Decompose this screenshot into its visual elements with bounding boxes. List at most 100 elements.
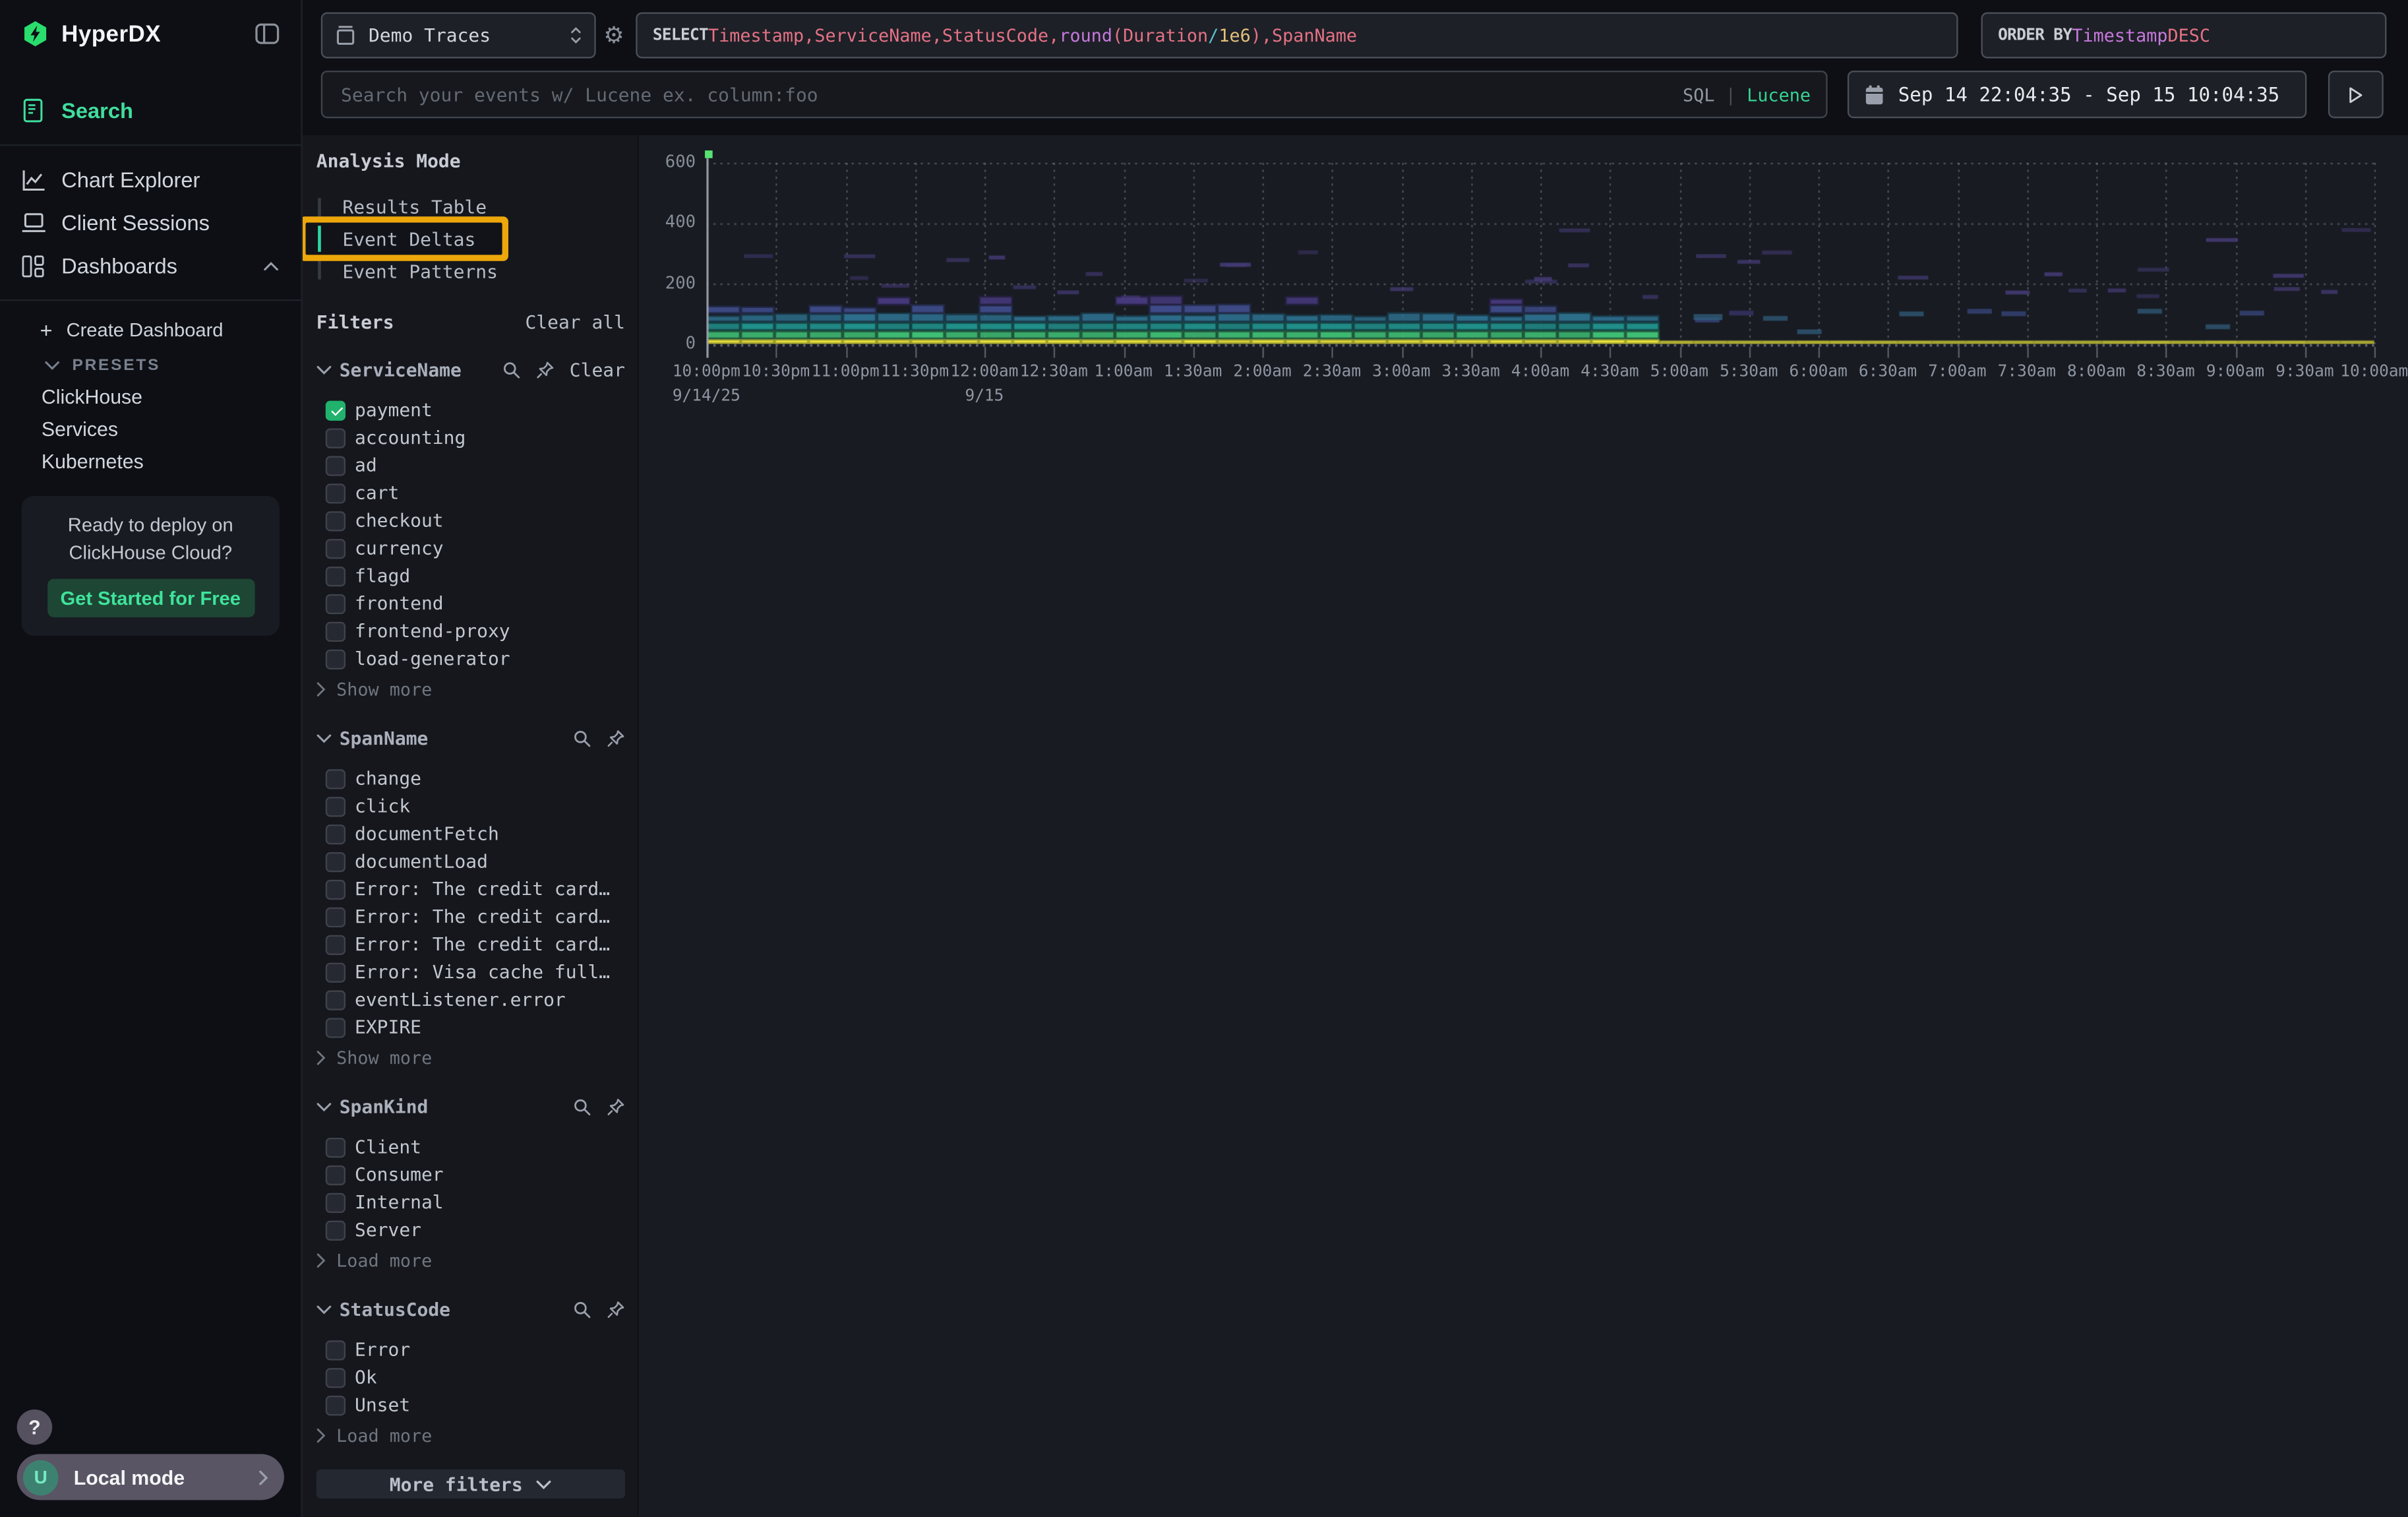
checkbox[interactable] xyxy=(326,511,346,530)
filter-checkbox-row[interactable]: documentLoad xyxy=(303,848,638,875)
filter-group-header[interactable]: SpanName xyxy=(303,723,638,754)
checkbox[interactable] xyxy=(326,566,346,586)
filter-checkbox-row[interactable]: Server xyxy=(303,1216,638,1244)
filter-checkbox-row[interactable]: accounting xyxy=(303,424,638,452)
filter-checkbox-row[interactable]: eventListener.error xyxy=(303,986,638,1014)
filter-checkbox-row[interactable]: Error: The credit card (… xyxy=(303,903,638,931)
sidebar-item-dashboards[interactable]: Dashboards xyxy=(0,244,301,287)
pin-icon[interactable] xyxy=(607,729,625,748)
checkbox[interactable] xyxy=(326,1367,346,1387)
filter-checkbox-row[interactable]: Error xyxy=(303,1336,638,1363)
presets-toggle[interactable]: PRESETS xyxy=(0,348,301,381)
filter-checkbox-row[interactable]: frontend-proxy xyxy=(303,617,638,645)
filter-group-header[interactable]: StatusCode xyxy=(303,1294,638,1325)
filter-checkbox-row[interactable]: EXPIRE xyxy=(303,1013,638,1041)
search-icon[interactable] xyxy=(573,729,591,748)
show-more-button[interactable]: Load more xyxy=(303,1422,638,1448)
filter-checkbox-row[interactable]: load-generator xyxy=(303,645,638,673)
filter-checkbox-row[interactable]: Consumer xyxy=(303,1161,638,1189)
checkbox[interactable] xyxy=(326,455,346,475)
checkbox[interactable] xyxy=(326,483,346,503)
get-started-button[interactable]: Get Started for Free xyxy=(47,579,254,617)
collapse-sidebar-icon[interactable] xyxy=(255,23,280,45)
analysis-mode-option[interactable]: Event Deltas xyxy=(305,223,502,255)
filter-checkbox-row[interactable]: ad xyxy=(303,451,638,479)
filter-checkbox-row[interactable]: documentFetch xyxy=(303,820,638,848)
filter-checkbox-row[interactable]: Internal xyxy=(303,1189,638,1216)
checkbox[interactable] xyxy=(326,935,346,954)
filter-checkbox-row[interactable]: change xyxy=(303,764,638,792)
lucene-mode-button[interactable]: Lucene xyxy=(1747,84,1811,106)
show-more-button[interactable]: Load more xyxy=(303,1247,638,1273)
pin-icon[interactable] xyxy=(607,1098,625,1116)
date-range-picker[interactable]: Sep 14 22:04:35 - Sep 15 10:04:35 xyxy=(1848,71,2306,118)
sidebar-item-chart-explorer[interactable]: Chart Explorer xyxy=(0,158,301,201)
sql-select-editor[interactable]: SELECT Timestamp, ServiceName, StatusCod… xyxy=(636,13,1958,59)
checkbox[interactable] xyxy=(326,1192,346,1212)
checkbox[interactable] xyxy=(326,879,346,899)
run-query-button[interactable] xyxy=(2328,71,2384,118)
filter-checkbox-row[interactable]: Error: The credit card (… xyxy=(303,875,638,903)
filter-checkbox-row[interactable]: Unset xyxy=(303,1391,638,1419)
checkbox[interactable] xyxy=(326,768,346,788)
chevron-down-icon[interactable] xyxy=(316,1305,332,1315)
show-more-button[interactable]: Show more xyxy=(303,1044,638,1070)
filter-checkbox-row[interactable]: click xyxy=(303,792,638,820)
preset-link-services[interactable]: Services xyxy=(0,413,301,445)
checkbox[interactable] xyxy=(326,427,346,447)
search-icon[interactable] xyxy=(573,1301,591,1319)
filter-checkbox-row[interactable]: checkout xyxy=(303,507,638,534)
sidebar-item-client-sessions[interactable]: Client Sessions xyxy=(0,201,301,244)
checkbox[interactable] xyxy=(326,400,346,419)
filter-checkbox-row[interactable]: cart xyxy=(303,479,638,507)
chevron-up-icon[interactable] xyxy=(262,261,280,271)
chevron-down-icon[interactable] xyxy=(316,734,332,743)
filter-group-header[interactable]: SpanKind xyxy=(303,1092,638,1123)
checkbox[interactable] xyxy=(326,1395,346,1415)
search-icon[interactable] xyxy=(573,1098,591,1116)
clear-all-button[interactable]: Clear all xyxy=(525,312,624,334)
search-input[interactable] xyxy=(338,82,1683,107)
filter-checkbox-row[interactable]: payment xyxy=(303,396,638,424)
checkbox[interactable] xyxy=(326,989,346,1009)
checkbox[interactable] xyxy=(326,594,346,613)
checkbox[interactable] xyxy=(326,907,346,927)
more-filters-button[interactable]: More filters xyxy=(316,1470,625,1499)
source-select[interactable]: Demo Traces xyxy=(321,13,596,59)
user-menu[interactable]: U Local mode xyxy=(17,1454,284,1501)
sql-mode-button[interactable]: SQL xyxy=(1683,84,1714,106)
filter-checkbox-row[interactable]: Error: Visa cache full: … xyxy=(303,958,638,986)
filter-checkbox-row[interactable]: frontend xyxy=(303,590,638,617)
chevron-down-icon[interactable] xyxy=(316,1102,332,1111)
checkbox[interactable] xyxy=(326,621,346,641)
preset-link-kubernetes[interactable]: Kubernetes xyxy=(0,445,301,478)
checkbox[interactable] xyxy=(326,1220,346,1240)
filter-checkbox-row[interactable]: flagd xyxy=(303,562,638,590)
checkbox[interactable] xyxy=(326,1165,346,1185)
checkbox[interactable] xyxy=(326,962,346,981)
analysis-mode-option[interactable]: Event Patterns xyxy=(305,255,502,287)
pin-icon[interactable] xyxy=(536,361,555,379)
duration-heatmap-canvas[interactable] xyxy=(706,154,2376,369)
gear-icon[interactable]: ⚙ xyxy=(603,22,624,49)
search-icon[interactable] xyxy=(502,361,520,379)
chevron-down-icon[interactable] xyxy=(316,365,332,375)
create-dashboard-button[interactable]: + Create Dashboard xyxy=(0,313,301,346)
checkbox[interactable] xyxy=(326,1340,346,1359)
checkbox[interactable] xyxy=(326,851,346,871)
checkbox[interactable] xyxy=(326,824,346,844)
checkbox[interactable] xyxy=(326,796,346,816)
checkbox[interactable] xyxy=(326,538,346,558)
checkbox[interactable] xyxy=(326,1137,346,1157)
show-more-button[interactable]: Show more xyxy=(303,675,638,702)
checkbox[interactable] xyxy=(326,649,346,669)
filter-checkbox-row[interactable]: currency xyxy=(303,534,638,562)
help-button[interactable]: ? xyxy=(17,1409,53,1445)
filter-checkbox-row[interactable]: Error: The credit card (… xyxy=(303,931,638,958)
analysis-mode-option[interactable]: Results Table xyxy=(305,191,502,223)
filter-checkbox-row[interactable]: Ok xyxy=(303,1363,638,1391)
order-by-editor[interactable]: ORDER BY Timestamp DESC xyxy=(1981,13,2387,59)
filter-group-header[interactable]: ServiceNameClear xyxy=(303,355,638,386)
filter-checkbox-row[interactable]: Client xyxy=(303,1133,638,1161)
pin-icon[interactable] xyxy=(607,1301,625,1319)
